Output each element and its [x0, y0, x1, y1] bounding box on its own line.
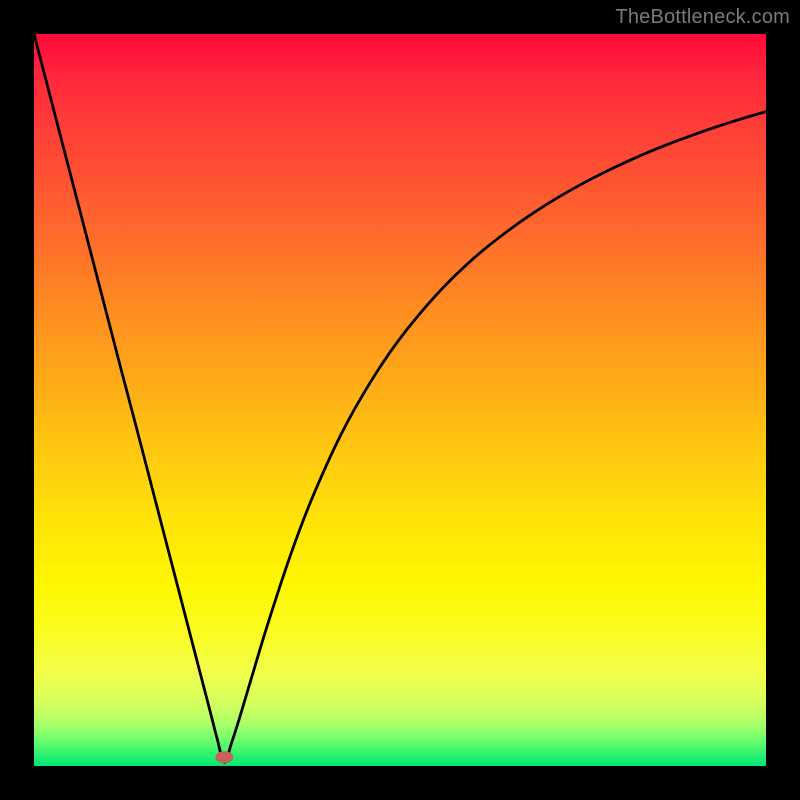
curve-layer — [34, 34, 766, 766]
plot-area — [34, 34, 766, 766]
chart-frame: TheBottleneck.com — [0, 0, 800, 800]
optimum-marker — [215, 751, 233, 763]
attribution-text: TheBottleneck.com — [615, 6, 790, 29]
bottleneck-curve — [34, 34, 766, 762]
